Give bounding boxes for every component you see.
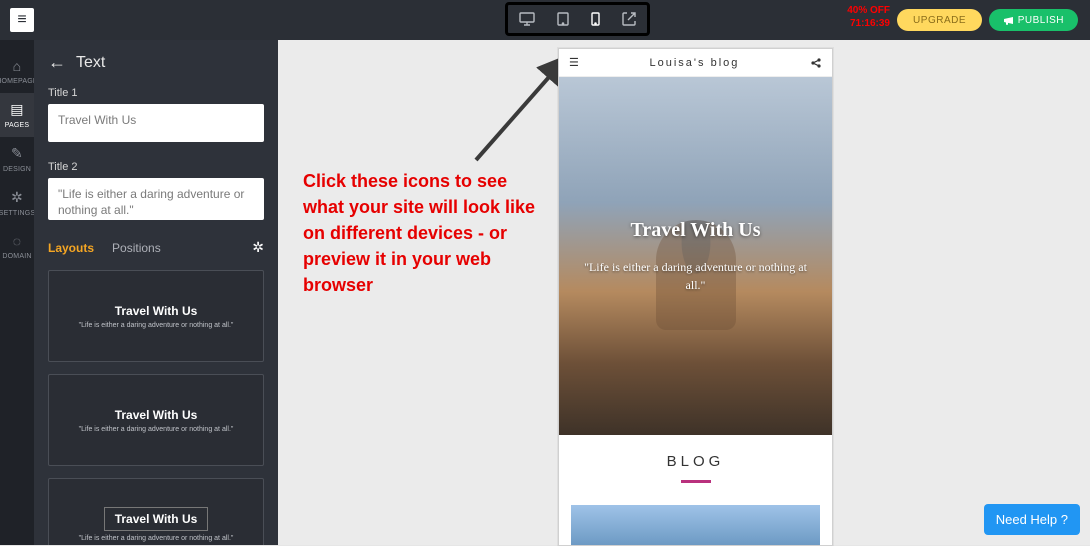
rail-label: DOMAIN: [2, 253, 31, 260]
left-rail: ⌂ HOMEPAGE ▤ PAGES ✎ DESIGN ✲ SETTINGS ◌…: [0, 40, 34, 545]
layout-title: Travel With Us: [115, 408, 198, 422]
gear-icon: ✲: [11, 189, 23, 206]
tab-positions[interactable]: Positions: [112, 241, 161, 255]
section-title: Text: [76, 54, 105, 72]
mobile-icon[interactable]: [591, 12, 600, 26]
promo-countdown: 71:16:39: [847, 17, 890, 30]
canvas: Click these icons to see what your site …: [278, 40, 1090, 545]
layout-title: Travel With Us: [104, 507, 209, 531]
layout-sub: "Life is either a daring adventure or no…: [79, 535, 234, 542]
sidebar-tabs: Layouts Positions ✲: [48, 239, 264, 256]
help-button[interactable]: Need Help ?: [984, 504, 1080, 535]
sidebar-header: ← Text: [48, 52, 264, 73]
preview-header: ☰ Louisa's blog: [559, 49, 832, 77]
title1-input[interactable]: [48, 104, 264, 142]
layout-sub: "Life is either a daring adventure or no…: [79, 322, 234, 329]
promo-banner: 40% OFF 71:16:39: [847, 4, 890, 30]
hamburger-icon[interactable]: ☰: [569, 56, 579, 69]
annotation-text: Click these icons to see what your site …: [303, 168, 543, 298]
layout-card[interactable]: Travel With Us "Life is either a daring …: [48, 270, 264, 362]
app-logo[interactable]: ≡: [10, 8, 34, 32]
title2-label: Title 2: [48, 161, 264, 173]
rail-item-design[interactable]: ✎ DESIGN: [0, 137, 34, 181]
preview-hero: Travel With Us "Life is either a daring …: [559, 77, 832, 435]
editor-sidebar: ← Text Title 1 Title 2 Layouts Positions…: [34, 40, 278, 545]
upgrade-button[interactable]: UPGRADE: [897, 9, 982, 31]
mobile-preview-frame: ☰ Louisa's blog Travel With Us "Life is …: [558, 48, 833, 546]
rail-label: DESIGN: [3, 166, 31, 173]
layout-settings-icon[interactable]: ✲: [252, 239, 264, 256]
rail-item-homepage[interactable]: ⌂ HOMEPAGE: [0, 50, 34, 93]
title2-block: Title 2: [48, 161, 264, 225]
tab-layouts[interactable]: Layouts: [48, 241, 94, 255]
home-icon: ⌂: [13, 58, 22, 74]
preview-blog-thumb: [571, 505, 820, 545]
publish-label: PUBLISH: [1018, 15, 1064, 26]
device-preview-toggles: [505, 2, 650, 36]
pages-icon: ▤: [10, 101, 23, 118]
tablet-icon[interactable]: [557, 12, 569, 26]
rail-label: PAGES: [5, 122, 30, 129]
layout-card[interactable]: Travel With Us "Life is either a daring …: [48, 374, 264, 466]
publish-button[interactable]: PUBLISH: [989, 9, 1078, 31]
preview-site-title: Louisa's blog: [650, 57, 740, 69]
globe-icon: ◌: [13, 233, 22, 249]
brush-icon: ✎: [11, 145, 23, 162]
preview-hero-sub: "Life is either a daring adventure or no…: [581, 258, 810, 294]
promo-discount: 40% OFF: [847, 4, 890, 17]
preview-blog-heading: BLOG: [559, 453, 832, 470]
rail-label: SETTINGS: [0, 210, 35, 217]
layout-list: Travel With Us "Life is either a daring …: [48, 270, 264, 545]
layout-card[interactable]: Travel With Us "Life is either a daring …: [48, 478, 264, 545]
heading-underline: [681, 480, 711, 483]
title1-label: Title 1: [48, 87, 264, 99]
layout-title: Travel With Us: [115, 304, 198, 318]
back-arrow-icon[interactable]: ←: [48, 52, 66, 73]
external-preview-icon[interactable]: [622, 12, 636, 26]
title2-input[interactable]: [48, 178, 264, 220]
rail-item-settings[interactable]: ✲ SETTINGS: [0, 181, 34, 225]
rail-label: HOMEPAGE: [0, 78, 38, 85]
rail-item-domain[interactable]: ◌ DOMAIN: [0, 225, 34, 268]
preview-blog-section: BLOG: [559, 435, 832, 493]
share-icon[interactable]: [810, 57, 822, 69]
layout-sub: "Life is either a daring adventure or no…: [79, 426, 234, 433]
desktop-icon[interactable]: [519, 12, 535, 26]
preview-hero-title: Travel With Us: [630, 219, 760, 242]
megaphone-icon: [1003, 15, 1014, 26]
rail-item-pages[interactable]: ▤ PAGES: [0, 93, 34, 137]
topbar: ≡ 40% OFF 71:16:39 UPGRADE PUBLISH: [0, 0, 1090, 40]
title1-block: Title 1: [48, 87, 264, 147]
